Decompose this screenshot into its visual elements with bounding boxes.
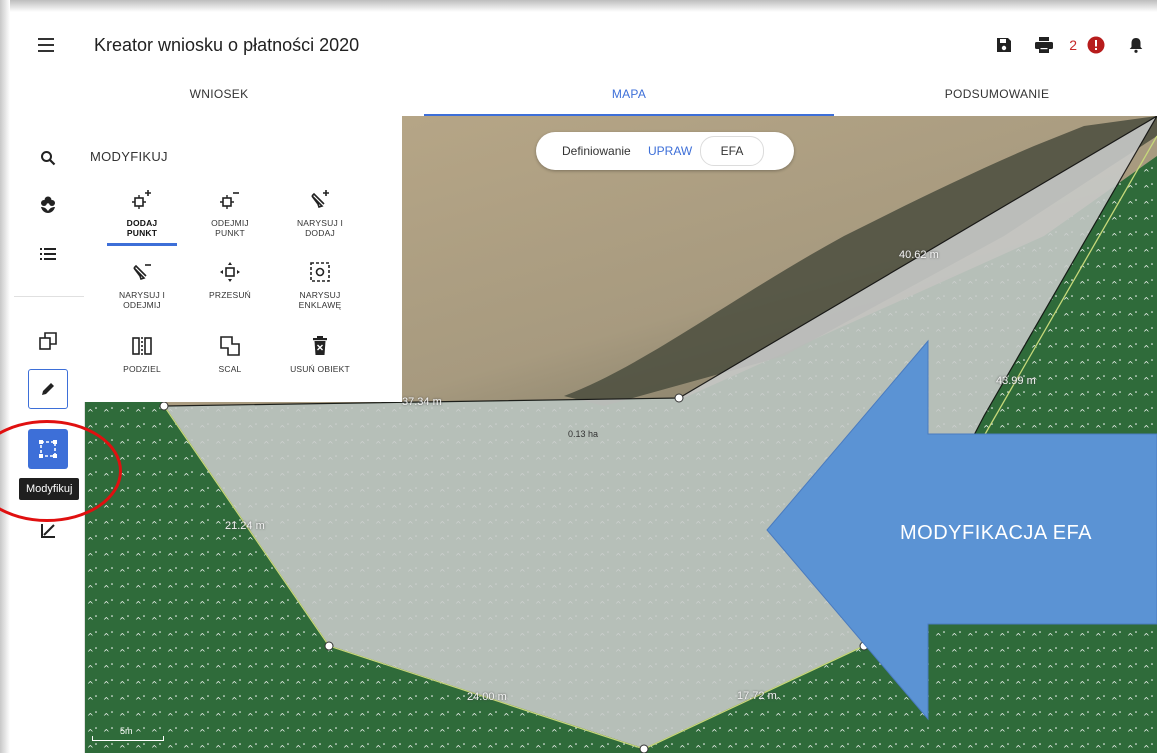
bell-icon[interactable] (1123, 32, 1149, 58)
move-icon (188, 258, 272, 286)
area-label: 0.13 ha (568, 429, 599, 439)
tool-label: ENKLAWĘ (298, 300, 342, 310)
toggle-label: Definiowanie (562, 144, 631, 158)
measurement-label: 17.72 m (737, 690, 777, 702)
toolbar-divider (14, 296, 84, 297)
merge-icon (188, 332, 272, 360)
tab-podsumowanie[interactable]: PODSUMOWANIE (837, 74, 1157, 114)
tool-label: DODAJ (126, 218, 158, 228)
remove-point-button[interactable]: ODEJMIJ PUNKT (188, 186, 272, 238)
annotation-label: MODYFIKACJA EFA (900, 522, 1092, 544)
tool-label: NARYSUJ (299, 290, 341, 300)
active-tool-indicator (107, 243, 177, 246)
tool-label: USUŃ OBIEKT (290, 364, 350, 374)
measurement-label: 43.99 m (996, 375, 1036, 387)
tool-label: ODEJMIJ (123, 300, 161, 310)
vertex-handle[interactable] (324, 641, 334, 651)
save-icon[interactable] (991, 32, 1017, 58)
draw-subtract-button[interactable]: NARYSUJ I ODEJMIJ (100, 258, 184, 310)
delete-object-button[interactable]: USUŃ OBIEKT (278, 332, 362, 374)
add-point-icon (100, 186, 184, 214)
draw-add-icon (278, 186, 362, 214)
search-icon[interactable] (28, 138, 68, 178)
split-button[interactable]: PODZIEL (100, 332, 184, 374)
print-icon[interactable] (1031, 32, 1057, 58)
toggle-efa[interactable]: EFA (700, 136, 764, 166)
modify-panel: MODYFIKUJ DODAJ PUNKT ODEJMIJ PUNKT NARYSU… (84, 116, 402, 402)
window-shadow (0, 0, 1157, 12)
error-count: 2 (1069, 37, 1077, 53)
panel-title: MODYFIKUJ (90, 149, 168, 164)
vertex-handle[interactable] (639, 744, 649, 753)
tab-mapa[interactable]: MAPA (424, 74, 834, 116)
tool-label: DODAJ (305, 228, 335, 238)
tab-wniosek[interactable]: WNIOSEK (14, 74, 424, 114)
remove-point-icon (188, 186, 272, 214)
error-icon[interactable] (1083, 32, 1109, 58)
tool-label: PODZIEL (123, 364, 161, 374)
enclave-button[interactable]: NARYSUJ ENKLAWĘ (278, 258, 362, 310)
tool-label: ODEJMIJ (211, 218, 249, 228)
draw-subtract-icon (100, 258, 184, 286)
delete-icon (278, 332, 362, 360)
measurement-label: 21.24 m (225, 520, 265, 532)
menu-icon[interactable] (38, 38, 54, 52)
add-point-button[interactable]: DODAJ PUNKT (100, 186, 184, 246)
toggle-upraw[interactable]: UPRAW (648, 144, 692, 158)
split-icon (100, 332, 184, 360)
tool-label: SCAL (218, 364, 242, 374)
tool-label: NARYSUJ I (296, 218, 344, 228)
tab-bar: WNIOSEK MAPA PODSUMOWANIE (14, 74, 1157, 117)
tool-label: PRZESUŃ (208, 290, 252, 300)
scale-label: 5m (120, 726, 133, 736)
vertex-handle[interactable] (674, 393, 684, 403)
tool-label: NARYSUJ I (118, 290, 166, 300)
move-button[interactable]: PRZESUŃ (188, 258, 272, 300)
measurement-label: 37.34 m (402, 396, 442, 408)
copy-icon[interactable] (28, 321, 68, 361)
pencil-icon[interactable] (28, 369, 68, 409)
tool-label: PUNKT (126, 228, 158, 238)
tool-label: PUNKT (215, 228, 245, 238)
definition-toggle: Definiowanie UPRAW EFA (536, 132, 794, 170)
plant-icon[interactable] (28, 184, 68, 224)
measurement-label: 24.00 m (467, 691, 507, 703)
vertex-handle[interactable] (159, 401, 169, 411)
window-shadow-left (0, 0, 10, 753)
list-icon[interactable] (28, 234, 68, 274)
header-actions: 2 (977, 32, 1149, 58)
merge-button[interactable]: SCAL (188, 332, 272, 374)
enclave-icon (278, 258, 362, 286)
draw-add-button[interactable]: NARYSUJ I DODAJ (278, 186, 362, 238)
app-header: Kreator wniosku o płatności 2020 2 (14, 18, 1157, 74)
app-title: Kreator wniosku o płatności 2020 (94, 35, 360, 55)
scale-bar: 5m (92, 726, 164, 741)
measurement-label: 40.62 m (899, 249, 939, 261)
